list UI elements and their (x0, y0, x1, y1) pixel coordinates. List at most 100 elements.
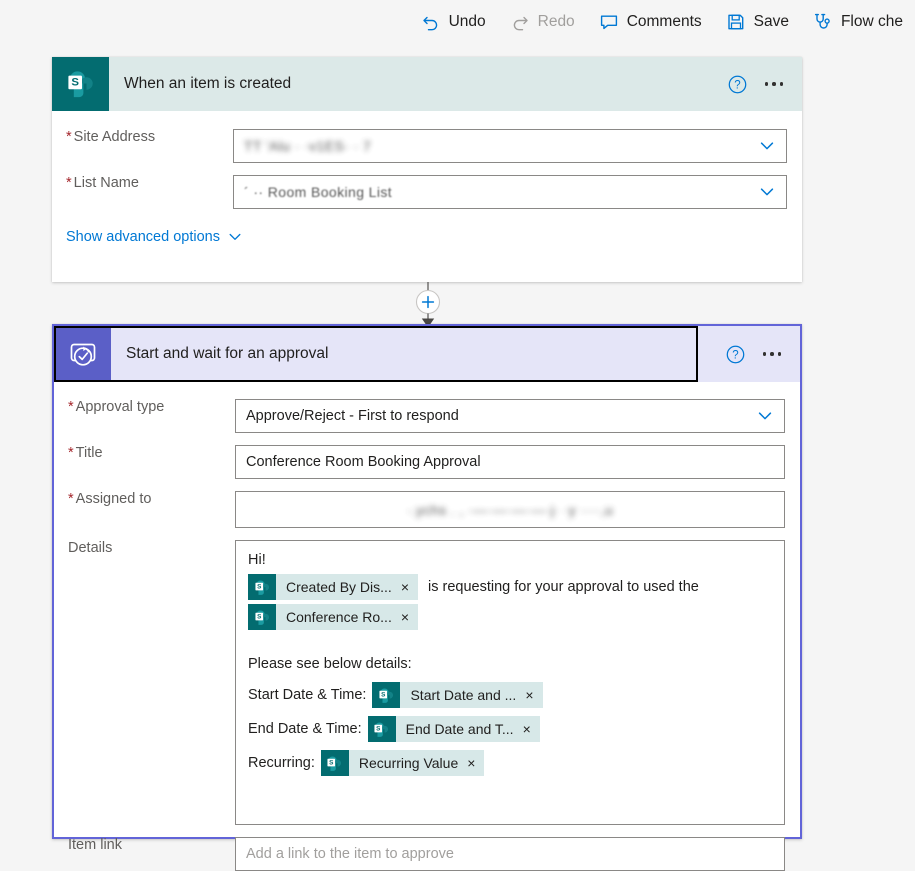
token-remove-icon[interactable]: × (400, 580, 418, 594)
help-icon[interactable]: ? (718, 337, 752, 371)
redo-button[interactable]: Redo (498, 0, 587, 44)
svg-text:S: S (381, 691, 385, 698)
flow-checker-button[interactable]: Flow che (801, 0, 915, 44)
approval-type-value: Approve/Reject - First to respond (246, 408, 459, 424)
trigger-card-actions: ? (720, 67, 802, 101)
sharepoint-icon: S (248, 604, 276, 630)
save-label: Save (753, 13, 789, 30)
help-icon[interactable]: ? (720, 67, 754, 101)
field-row-list-name: * List Name ´ ·· Room Booking List (52, 175, 802, 209)
token-label: Conference Ro... (286, 609, 392, 625)
assigned-to-value: ·.ychs . , ·—·—·—·—·j· ·y ····,u (406, 501, 614, 518)
token-label: Recurring Value (358, 755, 459, 771)
field-row-details: Details Hi! S Created By Dis... × is req… (54, 540, 800, 825)
title-label: * Title (68, 445, 103, 461)
title-value: Conference Room Booking Approval (246, 454, 481, 470)
item-link-input[interactable]: Add a link to the item to approve (235, 837, 785, 871)
details-token-line-2: S Conference Ro... × (248, 602, 772, 632)
svg-text:?: ? (734, 79, 740, 91)
redo-label: Redo (537, 13, 575, 30)
details-textarea[interactable]: Hi! S Created By Dis... × is requesting … (235, 540, 785, 825)
chevron-down-icon[interactable] (755, 406, 775, 426)
flow-canvas: S When an item is created ? * Site Addres… (0, 44, 915, 871)
field-row-item-link: Item link Add a link to the item to appr… (54, 837, 800, 871)
svg-text:S: S (376, 725, 380, 732)
assigned-to-label: * Assigned to (68, 491, 152, 507)
trigger-card-header[interactable]: S When an item is created ? (52, 57, 802, 111)
details-row-start-date: Start Date & Time: S Start Date and ... … (248, 680, 772, 710)
flow-connector (403, 282, 453, 328)
sharepoint-icon: S (52, 57, 109, 111)
sharepoint-icon: S (372, 682, 401, 708)
svg-text:?: ? (732, 349, 738, 361)
details-spacer (248, 632, 772, 654)
field-row-assigned-to: * Assigned to ·.ychs . , ·—·—·—·—·j· ·y ·… (54, 491, 800, 528)
site-address-label: * Site Address (66, 129, 156, 145)
token-label: Start Date and ... (410, 687, 517, 703)
flow-checker-label: Flow che (840, 13, 903, 30)
comment-icon (599, 12, 619, 32)
approval-type-select[interactable]: Approve/Reject - First to respond (235, 399, 785, 433)
details-row-recurring: Recurring: S Recurring Value × (248, 748, 772, 778)
chevron-down-icon (227, 229, 243, 245)
token-remove-icon[interactable]: × (524, 688, 542, 702)
end-date-label: End Date & Time: (248, 721, 362, 737)
undo-label: Undo (448, 13, 486, 30)
chevron-down-icon[interactable] (757, 136, 777, 156)
site-address-input[interactable]: TT 'Alu · ·v1ES· · 7 (233, 129, 787, 163)
save-button[interactable]: Save (714, 0, 801, 44)
approval-card-title: Start and wait for an approval (126, 345, 329, 362)
sharepoint-icon: S (367, 716, 396, 742)
approval-card-more-menu-icon[interactable] (752, 337, 792, 371)
approval-type-label: * Approval type (68, 399, 165, 415)
field-row-approval-type: * Approval type Approve/Reject - First to… (54, 399, 800, 433)
trigger-card-more-menu-icon[interactable] (754, 67, 794, 101)
field-row-title: * Title Conference Room Booking Approval (54, 445, 800, 479)
show-advanced-options-link[interactable]: Show advanced options (66, 229, 243, 245)
comments-label: Comments (626, 13, 702, 30)
trigger-card-when-an-item-is-created[interactable]: S When an item is created ? * Site Addres… (52, 57, 802, 282)
title-input[interactable]: Conference Room Booking Approval (235, 445, 785, 479)
undo-icon (421, 12, 441, 32)
details-subheading: Please see below details: (248, 656, 412, 672)
action-card-start-and-wait-for-an-approval[interactable]: Start and wait for an approval ? * Approv… (52, 324, 802, 871)
details-sentence: is requesting for your approval to used … (428, 579, 699, 595)
sharepoint-icon: S (320, 750, 349, 776)
trigger-card-title: When an item is created (124, 75, 292, 92)
list-name-input[interactable]: ´ ·· Room Booking List (233, 175, 787, 209)
token-label: End Date and T... (405, 721, 514, 737)
token-remove-icon[interactable]: × (466, 756, 484, 770)
show-advanced-options-label: Show advanced options (66, 229, 220, 245)
required-marker: * (68, 445, 74, 461)
svg-text:S: S (330, 759, 334, 766)
dynamic-token-conference-room[interactable]: S Conference Ro... × (248, 604, 419, 630)
list-name-value: ´ ·· Room Booking List (244, 184, 393, 200)
item-link-label: Item link (68, 837, 122, 853)
save-icon (726, 12, 746, 32)
token-remove-icon[interactable]: × (522, 722, 540, 736)
dynamic-token-created-by-display-name[interactable]: S Created By Dis... × (248, 574, 419, 600)
start-date-label: Start Date & Time: (248, 687, 367, 703)
details-label: Details (68, 540, 113, 556)
svg-text:S: S (71, 77, 79, 89)
dynamic-token-end-date-and-time[interactable]: S End Date and T... × (367, 716, 540, 742)
undo-button[interactable]: Undo (409, 0, 498, 44)
token-label: Created By Dis... (286, 579, 392, 595)
approval-card-header[interactable]: Start and wait for an approval ? (54, 326, 800, 382)
dynamic-token-start-date-and-time[interactable]: S Start Date and ... × (372, 682, 543, 708)
flow-checker-icon (813, 12, 833, 32)
assigned-to-input[interactable]: ·.ychs . , ·—·—·—·—·j· ·y ····,u (235, 491, 785, 528)
approvals-icon (54, 327, 111, 381)
trigger-card-form: * Site Address TT 'Alu · ·v1ES· · 7 * List… (52, 129, 802, 246)
details-greeting: Hi! (248, 552, 266, 568)
redo-icon (510, 12, 530, 32)
token-remove-icon[interactable]: × (400, 610, 418, 624)
chevron-down-icon[interactable] (757, 182, 777, 202)
details-token-line-1: S Created By Dis... × is requesting for … (248, 572, 772, 602)
sharepoint-icon: S (248, 574, 276, 600)
details-row-end-date: End Date & Time: S End Date and T... × (248, 714, 772, 744)
recurring-label: Recurring: (248, 755, 315, 771)
dynamic-token-recurring-value[interactable]: S Recurring Value × (320, 750, 485, 776)
field-row-site-address: * Site Address TT 'Alu · ·v1ES· · 7 (52, 129, 802, 163)
comments-button[interactable]: Comments (587, 0, 714, 44)
